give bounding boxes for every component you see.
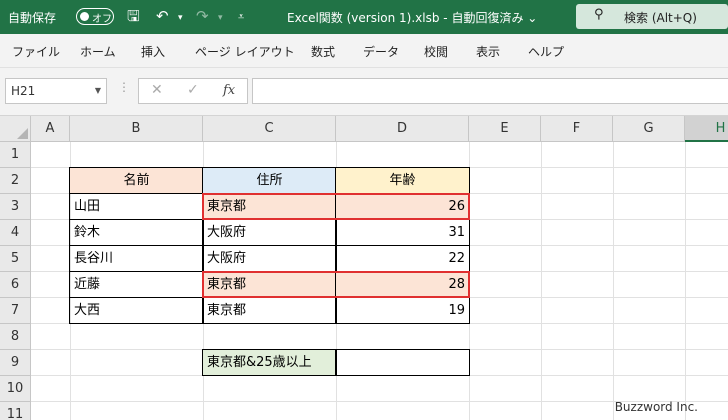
worksheet-grid[interactable]: A B C D E F G H 1 2 3 4 5 6 7 8 9 10 11 … xyxy=(0,116,728,420)
undo-icon[interactable]: ↶ xyxy=(156,6,169,26)
save-icon[interactable]: 🖫 xyxy=(127,6,140,26)
formula-input[interactable] xyxy=(252,78,728,104)
cell-address[interactable]: 大阪府 xyxy=(202,245,337,272)
cell-age[interactable]: 19 xyxy=(335,297,470,324)
cell-address[interactable]: 東京都 xyxy=(202,297,337,324)
gridline xyxy=(541,142,542,420)
column-header-f[interactable]: F xyxy=(541,116,613,142)
row-header-4[interactable]: 4 xyxy=(0,220,31,246)
highlight-outline xyxy=(202,271,470,298)
column-header-h[interactable]: H xyxy=(685,116,728,142)
gridline xyxy=(685,142,686,420)
header-address[interactable]: 住所 xyxy=(202,167,337,194)
cell-name[interactable]: 山田 xyxy=(69,193,204,220)
customize-quick-access-icon[interactable]: ⩡ xyxy=(238,7,244,27)
name-box-value: H21 xyxy=(11,84,36,98)
ribbon-tabs: ファイル ホーム 挿入 ページ レイアウト 数式 データ 校閲 表示 ヘルプ xyxy=(0,34,728,68)
row-header-5[interactable]: 5 xyxy=(0,246,31,272)
header-age[interactable]: 年齢 xyxy=(335,167,470,194)
row-header-2[interactable]: 2 xyxy=(0,168,31,194)
drag-handle-icon[interactable]: ⋮ xyxy=(118,80,130,94)
cell-age[interactable]: 31 xyxy=(335,219,470,246)
watermark: Buzzword Inc. xyxy=(614,400,698,414)
tab-page-layout[interactable]: ページ レイアウト xyxy=(195,43,295,60)
highlight-outline xyxy=(202,193,470,220)
row-header-7[interactable]: 7 xyxy=(0,298,31,324)
row-header-3[interactable]: 3 xyxy=(0,194,31,220)
cell-name[interactable]: 鈴木 xyxy=(69,219,204,246)
column-header-g[interactable]: G xyxy=(613,116,685,142)
row-header-1[interactable]: 1 xyxy=(0,142,31,168)
column-header-a[interactable]: A xyxy=(31,116,70,142)
name-box[interactable]: H21 ▼ xyxy=(5,78,107,104)
column-header-e[interactable]: E xyxy=(469,116,541,142)
header-name[interactable]: 名前 xyxy=(69,167,204,194)
search-box[interactable]: ⚲ 検索 (Alt+Q) xyxy=(576,4,728,29)
row-header-9[interactable]: 9 xyxy=(0,350,31,376)
column-header-b[interactable]: B xyxy=(70,116,203,142)
row-header-6[interactable]: 6 xyxy=(0,272,31,298)
chevron-down-icon[interactable]: ▼ xyxy=(95,86,101,95)
cell-address[interactable]: 大阪府 xyxy=(202,219,337,246)
tab-formulas[interactable]: 数式 xyxy=(311,43,335,60)
tab-view[interactable]: 表示 xyxy=(476,43,500,60)
column-header-d[interactable]: D xyxy=(336,116,469,142)
tab-home[interactable]: ホーム xyxy=(80,43,116,60)
tab-data[interactable]: データ xyxy=(363,43,399,60)
autosave-toggle[interactable]: オフ xyxy=(76,8,114,25)
cell-name[interactable]: 近藤 xyxy=(69,271,204,298)
autosave-state: オフ xyxy=(92,14,112,25)
cell-name[interactable]: 長谷川 xyxy=(69,245,204,272)
cell-name[interactable]: 大西 xyxy=(69,297,204,324)
tab-help[interactable]: ヘルプ xyxy=(528,43,564,60)
criteria-label[interactable]: 東京都&25歳以上 xyxy=(202,349,337,376)
toggle-knob xyxy=(80,12,89,21)
row-header-8[interactable]: 8 xyxy=(0,324,31,350)
formula-buttons: ✕ ✓ fx xyxy=(138,78,248,104)
column-header-c[interactable]: C xyxy=(203,116,336,142)
search-placeholder: 検索 (Alt+Q) xyxy=(624,11,697,25)
formula-bar: H21 ▼ ⋮ ✕ ✓ fx xyxy=(0,68,728,116)
undo-dropdown-icon[interactable]: ▾ xyxy=(178,8,183,28)
select-all-icon xyxy=(17,128,28,139)
row-header-11[interactable]: 11 xyxy=(0,402,31,420)
document-title[interactable]: Excel関数 (version 1).xlsb - 自動回復済み ⌄ xyxy=(287,9,537,26)
search-icon: ⚲ xyxy=(594,7,604,22)
enter-icon[interactable]: ✓ xyxy=(187,82,199,98)
select-all-button[interactable] xyxy=(0,116,31,142)
cancel-icon[interactable]: ✕ xyxy=(151,82,163,98)
redo-icon[interactable]: ↷ xyxy=(196,6,209,26)
cell-age[interactable]: 22 xyxy=(335,245,470,272)
redo-dropdown-icon[interactable]: ▾ xyxy=(218,8,223,28)
tab-insert[interactable]: 挿入 xyxy=(141,43,165,60)
tab-review[interactable]: 校閲 xyxy=(424,43,448,60)
gridline xyxy=(613,142,614,420)
autosave-label: 自動保存 xyxy=(8,11,57,25)
criteria-result[interactable] xyxy=(335,349,470,376)
insert-function-icon[interactable]: fx xyxy=(223,83,235,98)
title-bar: 自動保存 オフ 🖫 ↶ ▾ ↷ ▾ ⩡ Excel関数 (version 1).… xyxy=(0,0,728,34)
tab-file[interactable]: ファイル xyxy=(12,43,60,60)
row-header-10[interactable]: 10 xyxy=(0,376,31,402)
